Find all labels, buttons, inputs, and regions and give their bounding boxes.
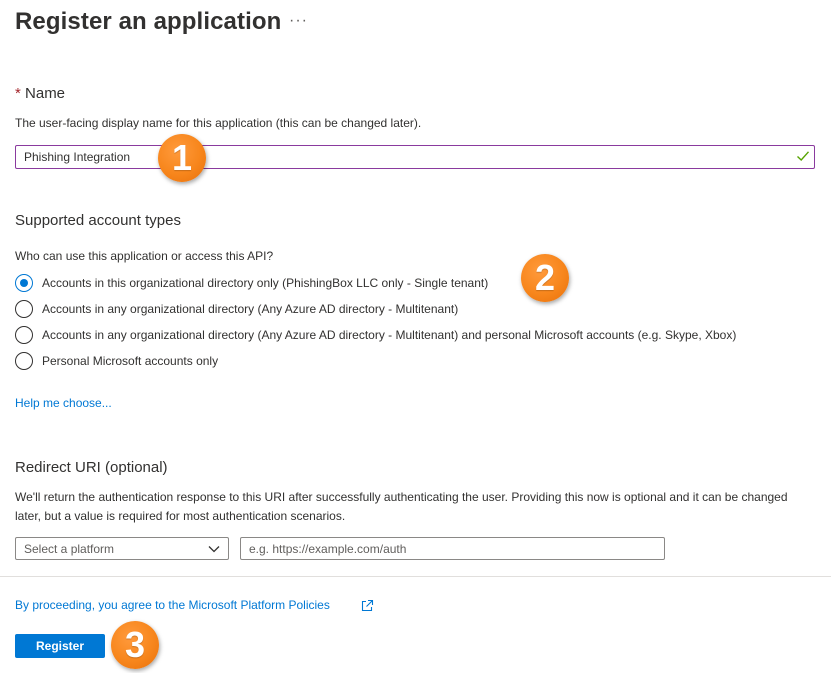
account-types-question: Who can use this application or access t… xyxy=(15,249,274,263)
more-options-icon[interactable]: ··· xyxy=(289,12,308,30)
radio-multitenant-personal[interactable]: Accounts in any organizational directory… xyxy=(15,325,736,345)
chevron-down-icon xyxy=(208,546,220,553)
radio-single-tenant[interactable]: Accounts in this organizational director… xyxy=(15,273,488,293)
redirect-uri-input[interactable] xyxy=(240,537,665,560)
radio-multitenant[interactable]: Accounts in any organizational directory… xyxy=(15,299,458,319)
name-label: * Name xyxy=(15,85,65,102)
radio-label: Accounts in any organizational directory… xyxy=(42,302,459,316)
radio-label: Accounts in this organizational director… xyxy=(42,276,489,290)
step-callout-2: 2 xyxy=(521,254,569,302)
external-link-icon[interactable] xyxy=(360,599,374,613)
radio-button[interactable] xyxy=(15,300,33,318)
radio-label: Personal Microsoft accounts only xyxy=(42,354,219,368)
radio-button[interactable] xyxy=(15,352,33,370)
checkmark-icon xyxy=(797,151,810,162)
help-me-choose-link[interactable]: Help me choose... xyxy=(15,396,112,410)
required-asterisk: * xyxy=(15,85,21,102)
name-label-text: Name xyxy=(25,85,66,102)
step-callout-3: 3 xyxy=(111,621,159,669)
platform-select[interactable]: Select a platform xyxy=(15,537,229,560)
redirect-uri-heading: Redirect URI (optional) xyxy=(15,459,168,476)
section-divider xyxy=(0,576,831,577)
radio-label: Accounts in any organizational directory… xyxy=(42,328,737,342)
name-input[interactable] xyxy=(15,145,815,169)
name-description: The user-facing display name for this ap… xyxy=(15,116,422,130)
page-title: Register an application xyxy=(15,8,282,35)
step-callout-1: 1 xyxy=(158,134,206,182)
platform-select-placeholder: Select a platform xyxy=(24,541,115,556)
register-button[interactable]: Register xyxy=(15,634,105,658)
radio-personal-only[interactable]: Personal Microsoft accounts only xyxy=(15,351,218,371)
radio-button[interactable] xyxy=(15,274,33,292)
account-types-heading: Supported account types xyxy=(15,212,181,229)
platform-policies-link[interactable]: By proceeding, you agree to the Microsof… xyxy=(15,598,330,612)
redirect-uri-description: We'll return the authentication response… xyxy=(15,490,788,523)
radio-button[interactable] xyxy=(15,326,33,344)
